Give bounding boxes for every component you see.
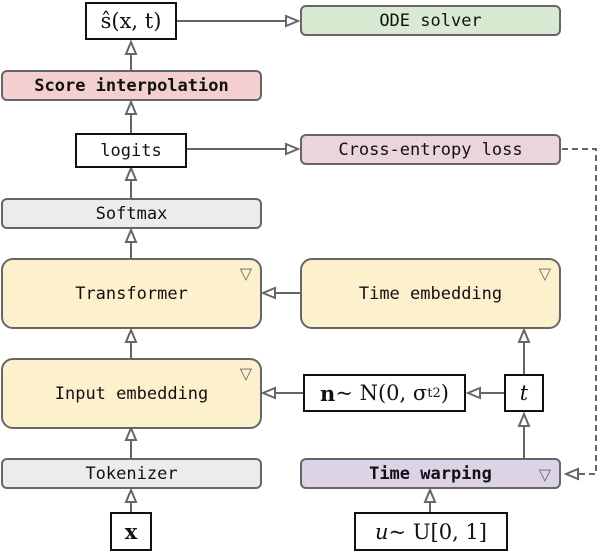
noise-sup: 2 (432, 385, 441, 401)
noise-n: n (320, 380, 336, 406)
u-sample-node: u ~ U[0, 1] (354, 512, 508, 551)
logits-node: logits (75, 133, 187, 168)
time-warping-node: Time warping ▽ (300, 458, 561, 489)
score-interpolation-node: Score interpolation (1, 70, 262, 101)
ode-solver-node: ODE solver (300, 5, 561, 36)
input-embedding-node: Input embedding ▽ (1, 358, 262, 429)
t-node: t (504, 374, 544, 412)
transformer-node: Transformer ▽ (1, 258, 262, 329)
score-output-node: ŝ(x, t) (85, 2, 177, 40)
trainable-icon: ▽ (239, 364, 252, 383)
u-var: u (375, 519, 389, 544)
trainable-icon: ▽ (538, 465, 551, 484)
cross-entropy-loss-node: Cross-entropy loss (300, 134, 561, 165)
time-warping-label: Time warping (369, 463, 492, 484)
softmax-node: Softmax (1, 198, 262, 229)
noise-dist: ~ N(0, σ (335, 381, 428, 405)
dashed-loss-to-time-warping (562, 148, 597, 474)
transformer-label: Transformer (75, 283, 188, 304)
time-embedding-node: Time embedding ▽ (300, 258, 561, 329)
trainable-icon: ▽ (239, 264, 252, 283)
input-embedding-label: Input embedding (54, 383, 209, 404)
tokenizer-node: Tokenizer (1, 458, 262, 489)
noise-node: n ~ N(0, σ t 2) (303, 374, 466, 412)
x-input-node: x (110, 512, 152, 551)
u-dist: ~ U[0, 1] (388, 519, 487, 544)
trainable-icon: ▽ (538, 264, 551, 283)
time-embedding-label: Time embedding (358, 283, 503, 304)
noise-close: ) (440, 381, 449, 405)
